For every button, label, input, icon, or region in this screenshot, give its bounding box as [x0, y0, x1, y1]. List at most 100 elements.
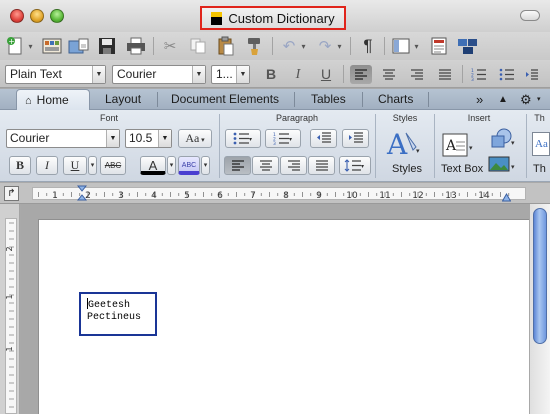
ribbon-font-value: Courier [10, 131, 50, 145]
document-line-1[interactable]: Geetesh [87, 298, 155, 312]
chevron-down-icon[interactable]: ▼ [236, 66, 249, 83]
collapse-ribbon-chevron-icon[interactable]: ▲ [498, 89, 508, 110]
chevron-down-icon[interactable]: ▾ [537, 89, 541, 110]
tab-home[interactable]: ⌂ Home [16, 89, 90, 110]
ribbon-bulleted-list-button[interactable]: ▾ [225, 129, 261, 148]
increase-indent-button[interactable] [342, 129, 369, 148]
ribbon-settings-gear-icon[interactable]: ⚙ [520, 89, 532, 110]
view-menu-chevron-icon[interactable]: ▾ [412, 35, 421, 57]
tab-layout[interactable]: Layout [105, 89, 141, 110]
ruler-tick-label: 1 [52, 191, 58, 200]
align-left-icon [231, 160, 244, 171]
bold-button[interactable]: B [260, 65, 282, 84]
copy-icon[interactable] [186, 35, 210, 57]
chevron-down-icon[interactable]: ▼ [192, 66, 205, 83]
chevron-down-icon[interactable]: ▼ [106, 130, 119, 147]
view-layout-icon[interactable] [390, 35, 412, 57]
svg-text:3: 3 [471, 77, 474, 81]
chevron-down-icon[interactable]: ▼ [158, 130, 171, 147]
zoom-window-button[interactable] [50, 9, 64, 23]
styles-gallery-button[interactable]: A ▾ [384, 127, 424, 161]
tab-stop-selector-icon[interactable]: ↱ [4, 186, 19, 201]
svg-text:▾: ▾ [249, 136, 252, 143]
ribbon-bold-button[interactable]: B [9, 156, 31, 175]
indent-marker-icon[interactable] [76, 185, 88, 202]
picture-button[interactable]: ▾ [486, 154, 518, 174]
show-formatting-pilcrow-icon[interactable]: ¶ [358, 35, 378, 57]
ribbon-align-left-button[interactable] [224, 156, 251, 175]
themes-button[interactable]: Aa [532, 132, 550, 156]
font-select[interactable]: Courier ▼ [112, 65, 206, 84]
ribbon-home: Font Courier ▼ 10.5 ▼ Aa ▾ B I U ▾ ABC A… [0, 110, 550, 182]
line-spacing-button[interactable]: ▾ [339, 156, 371, 175]
bulleted-list-button[interactable] [496, 65, 518, 84]
scrollbar-thumb[interactable] [533, 208, 547, 344]
document-text-box[interactable]: Geetesh Pectineus [79, 292, 157, 336]
ruler-tick-label: 8 [283, 191, 289, 200]
format-painter-brush-icon[interactable] [242, 35, 266, 57]
new-document-menu-chevron-icon[interactable]: ▾ [26, 35, 35, 57]
print-icon[interactable] [124, 35, 148, 57]
align-left-button[interactable] [350, 65, 372, 84]
ribbon-font-select[interactable]: Courier ▼ [6, 129, 120, 148]
media-browser-icon[interactable] [456, 35, 480, 57]
underline-menu-chevron-icon[interactable]: ▾ [88, 156, 97, 175]
horizontal-ruler[interactable]: 11234567891011121314 [32, 187, 526, 200]
strikethrough-button[interactable]: ABC [100, 156, 126, 175]
toolbar-toggle-button[interactable] [520, 10, 540, 21]
justify-button[interactable] [434, 65, 456, 84]
formatting-toolbar: Plain Text ▼ Courier ▼ 1... ▼ B I U 123 [0, 60, 550, 88]
minimize-window-button[interactable] [30, 9, 44, 23]
highlight-menu-chevron-icon[interactable]: ▾ [201, 156, 210, 175]
cut-scissors-icon[interactable]: ✂ [158, 35, 182, 57]
chevron-down-icon[interactable]: ▼ [92, 66, 105, 83]
new-document-icon[interactable]: + [4, 35, 26, 57]
ruler-tick-label: 4 [151, 191, 157, 200]
outdent-icon [316, 132, 331, 143]
ribbon-align-center-button[interactable] [252, 156, 279, 175]
more-tabs-chevron-icon[interactable]: » [476, 89, 483, 110]
highlight-button[interactable]: ABC [178, 156, 200, 175]
paste-clipboard-icon[interactable] [214, 35, 238, 57]
ribbon-align-right-button[interactable] [280, 156, 307, 175]
save-icon[interactable] [96, 35, 118, 57]
ribbon-underline-button[interactable]: U [63, 156, 87, 175]
underline-button[interactable]: U [315, 65, 337, 84]
font-color-menu-chevron-icon[interactable]: ▾ [167, 156, 176, 175]
redo-menu-chevron-icon[interactable]: ▾ [335, 35, 344, 57]
toolbar-separator [272, 37, 273, 55]
close-window-button[interactable] [10, 9, 24, 23]
align-center-button[interactable] [378, 65, 400, 84]
decrease-indent-button[interactable] [310, 129, 337, 148]
ribbon-numbered-list-button[interactable]: 1 2 3 ▾ [265, 129, 301, 148]
right-indent-marker-icon[interactable] [501, 192, 512, 202]
undo-menu-chevron-icon[interactable]: ▾ [299, 35, 308, 57]
style-select[interactable]: Plain Text ▼ [5, 65, 106, 84]
ribbon-italic-button[interactable]: I [36, 156, 58, 175]
ribbon-font-size-select[interactable]: 10.5 ▼ [125, 129, 172, 148]
svg-text:▾: ▾ [289, 136, 292, 143]
change-case-button[interactable]: Aa ▾ [178, 129, 212, 148]
text-box-button[interactable]: A ▾ [441, 130, 477, 160]
open-folder-icon[interactable] [67, 35, 91, 57]
shapes-button[interactable]: ▾ [486, 128, 518, 150]
vertical-ruler[interactable]: 2 1 1 [5, 218, 17, 414]
font-color-button[interactable]: A [140, 156, 166, 175]
ribbon-justify-button[interactable] [308, 156, 335, 175]
tab-document-elements[interactable]: Document Elements [171, 89, 279, 110]
numbered-list-button[interactable]: 123 [468, 65, 490, 84]
sidebar-toolbox-icon[interactable] [428, 35, 450, 57]
document-page[interactable]: Geetesh Pectineus [38, 219, 529, 414]
font-size-select[interactable]: 1... ▼ [211, 65, 250, 84]
undo-icon[interactable]: ↶ [278, 35, 300, 57]
ruler-tick-label: 10 [346, 191, 358, 200]
redo-icon[interactable]: ↷ [314, 35, 336, 57]
increase-indent-button[interactable] [522, 65, 542, 84]
templates-gallery-icon[interactable] [40, 35, 64, 57]
document-line-2[interactable]: Pectineus [87, 312, 155, 324]
vertical-scrollbar[interactable] [529, 204, 550, 414]
italic-button[interactable]: I [287, 65, 309, 84]
align-right-button[interactable] [406, 65, 428, 84]
tab-tables[interactable]: Tables [311, 89, 346, 110]
tab-charts[interactable]: Charts [378, 89, 413, 110]
